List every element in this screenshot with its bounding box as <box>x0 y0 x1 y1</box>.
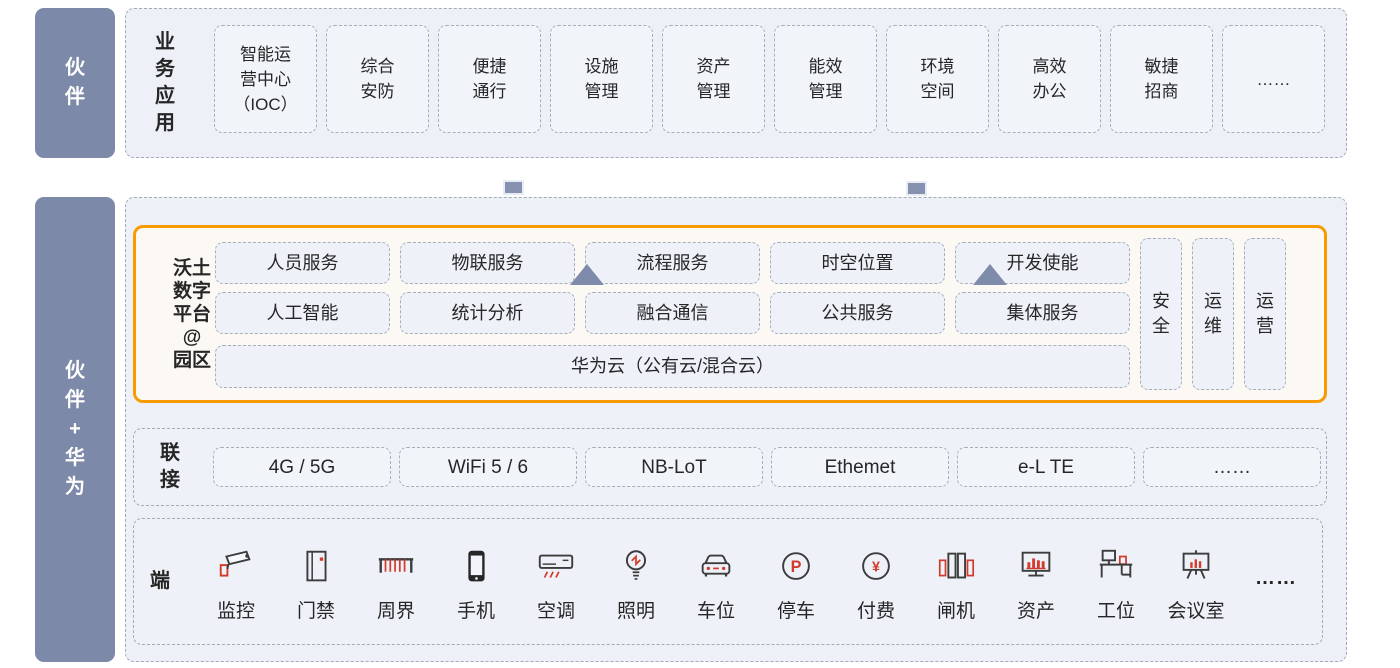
terminal-item: 周界 <box>356 542 436 623</box>
air-conditioner-icon <box>535 542 577 588</box>
connector-square-left <box>503 180 524 195</box>
app-box-ellipsis: …… <box>1222 25 1325 133</box>
parking-space-icon <box>695 542 737 588</box>
terminal-item-label: 资产 <box>1017 596 1055 623</box>
svg-text:¥: ¥ <box>872 559 880 575</box>
service-box-public: 公共服务 <box>770 292 945 334</box>
link-box-nbiot: NB-LoT <box>585 447 763 487</box>
terminal-row-label: 端 <box>138 518 182 645</box>
payment-icon: ¥ <box>855 542 897 588</box>
link-box-wifi: WiFi 5 / 6 <box>399 447 577 487</box>
terminal-item: 门禁 <box>276 542 356 623</box>
terminal-item-label: 会议室 <box>1167 596 1224 623</box>
business-apps-row-label: 业 务 应 用 <box>142 8 188 158</box>
terminal-items: 监控 门禁 周界 手机 <box>196 542 1316 623</box>
link-box-ellipsis: …… <box>1143 447 1321 487</box>
sidebar-partner: 伙 伴 <box>35 8 115 158</box>
terminal-item-label: 周界 <box>377 596 415 623</box>
app-box-environment: 环境 空间 <box>886 25 989 133</box>
sidebar-partner-huawei-label: 伙 伴 + 华 为 <box>65 357 85 502</box>
terminal-item: 工位 <box>1076 542 1156 623</box>
service-box-ai: 人工智能 <box>215 292 390 334</box>
cctv-camera-icon <box>215 542 257 588</box>
terminal-item-label: 车位 <box>697 596 735 623</box>
svg-text:P: P <box>791 558 802 576</box>
terminal-item: 资产 <box>996 542 1076 623</box>
terminal-item-label: 工位 <box>1097 596 1135 623</box>
service-box-spatiotemporal: 时空位置 <box>770 242 945 284</box>
connectivity-boxes: 4G / 5G WiFi 5 / 6 NB-LoT Ethemet e-L TE… <box>213 447 1321 487</box>
app-box-asset: 资产 管理 <box>662 25 765 133</box>
link-box-ethernet: Ethemet <box>771 447 949 487</box>
terminal-item-label: 付费 <box>857 596 895 623</box>
terminal-item-label: 闸机 <box>937 596 975 623</box>
platform-services-row2: 人工智能 统计分析 融合通信 公共服务 集体服务 <box>215 292 1130 334</box>
terminal-item: P 停车 <box>756 542 836 623</box>
terminal-item-label: 空调 <box>537 596 575 623</box>
service-box-collective: 集体服务 <box>955 292 1130 334</box>
terminal-item: 手机 <box>436 542 516 623</box>
terminal-item-label: …… <box>1255 567 1297 590</box>
service-box-statistics: 统计分析 <box>400 292 575 334</box>
terminal-item: 监控 <box>196 542 276 623</box>
meeting-room-icon <box>1175 542 1217 588</box>
turnstile-icon <box>935 542 977 588</box>
app-box-facility: 设施 管理 <box>550 25 653 133</box>
terminal-item: 闸机 <box>916 542 996 623</box>
lighting-icon <box>615 542 657 588</box>
service-box-converged-comm: 融合通信 <box>585 292 760 334</box>
app-box-security: 综合 安防 <box>326 25 429 133</box>
up-arrow-icon <box>973 264 1007 285</box>
smartphone-icon <box>455 542 497 588</box>
up-arrow-icon <box>570 264 604 285</box>
link-box-4g5g: 4G / 5G <box>213 447 391 487</box>
terminal-item-label: 门禁 <box>297 596 335 623</box>
link-box-elte: e-L TE <box>957 447 1135 487</box>
ops-box-security: 安 全 <box>1140 238 1182 390</box>
service-box-process: 流程服务 <box>585 242 760 284</box>
terminal-item-label: 监控 <box>217 596 255 623</box>
perimeter-fence-icon <box>375 542 417 588</box>
ops-box-om: 运 维 <box>1192 238 1234 390</box>
app-box-ioc: 智能运 营中心 （IOC） <box>214 25 317 133</box>
huawei-cloud-box: 华为云（公有云/混合云） <box>215 345 1130 388</box>
service-box-iot: 物联服务 <box>400 242 575 284</box>
terminal-item: 照明 <box>596 542 676 623</box>
workstation-icon <box>1095 542 1137 588</box>
connector-square-right <box>906 181 927 196</box>
terminal-item: …… <box>1236 542 1316 614</box>
terminal-item: 车位 <box>676 542 756 623</box>
terminal-item-label: 照明 <box>617 596 655 623</box>
sidebar-partner-huawei: 伙 伴 + 华 为 <box>35 197 115 662</box>
ops-box-operation: 运 营 <box>1244 238 1286 390</box>
terminal-item: 会议室 <box>1156 542 1236 623</box>
sidebar-partner-label: 伙 伴 <box>65 54 85 112</box>
door-access-icon <box>295 542 337 588</box>
digital-platform-label: 沃土 数字 平台 @ 园区 <box>163 232 221 396</box>
asset-monitor-icon <box>1015 542 1057 588</box>
terminal-item-label: 手机 <box>457 596 495 623</box>
terminal-item: ¥ 付费 <box>836 542 916 623</box>
connectivity-row-label: 联 接 <box>148 428 192 506</box>
app-box-energy: 能效 管理 <box>774 25 877 133</box>
service-box-personnel: 人员服务 <box>215 242 390 284</box>
terminal-item-label: 停车 <box>777 596 815 623</box>
app-box-access: 便捷 通行 <box>438 25 541 133</box>
app-box-investment: 敏捷 招商 <box>1110 25 1213 133</box>
app-box-office: 高效 办公 <box>998 25 1101 133</box>
terminal-item: 空调 <box>516 542 596 623</box>
parking-icon: P <box>775 542 817 588</box>
business-apps-boxes: 智能运 营中心 （IOC） 综合 安防 便捷 通行 设施 管理 资产 管理 能效… <box>214 25 1325 133</box>
